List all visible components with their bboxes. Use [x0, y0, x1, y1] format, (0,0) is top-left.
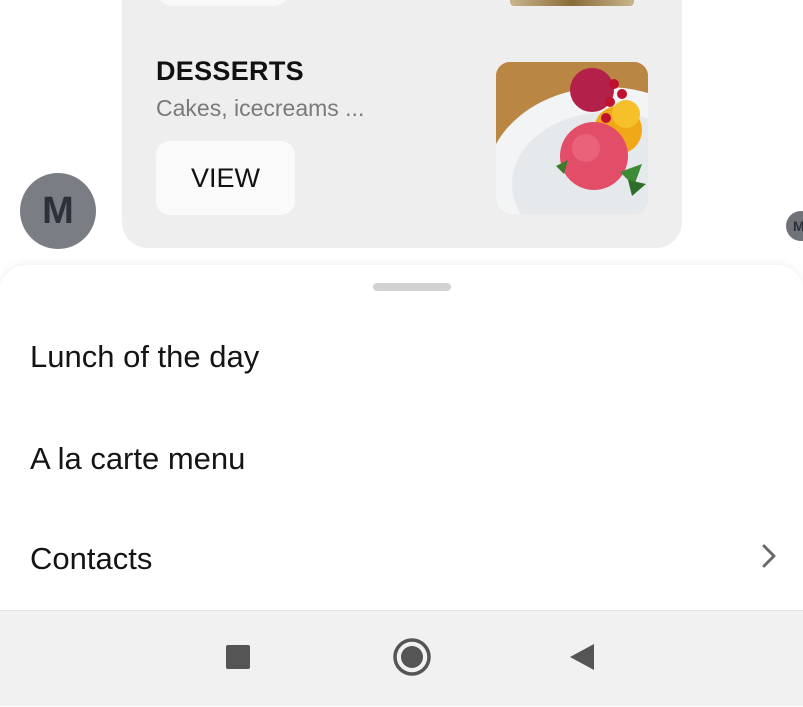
- home-circle-icon: [392, 637, 432, 682]
- square-icon: [225, 644, 251, 675]
- previous-card-image-edge: [510, 0, 634, 6]
- menu-item-a-la-carte[interactable]: A la carte menu: [0, 414, 803, 504]
- menu-item-label: Lunch of the day: [30, 339, 260, 374]
- menu-item-contacts[interactable]: Contacts: [0, 514, 803, 604]
- recents-button[interactable]: [198, 611, 278, 707]
- card-title: DESSERTS: [156, 56, 304, 86]
- system-nav-bar: [0, 610, 803, 706]
- previous-card-button-edge: [158, 0, 288, 6]
- back-button[interactable]: [542, 611, 622, 707]
- chat-area: DESSERTS Cakes, icecreams ... VIEW M M: [0, 0, 803, 265]
- sheet-drag-handle[interactable]: [373, 283, 451, 291]
- bottom-sheet: Lunch of the day A la carte menu Contact…: [0, 265, 803, 610]
- menu-item-label: A la carte menu: [30, 441, 246, 476]
- desserts-image: [496, 62, 648, 214]
- avatar-small: M: [786, 211, 803, 241]
- menu-item-lunch-of-the-day[interactable]: Lunch of the day: [0, 312, 803, 402]
- home-button[interactable]: [372, 611, 452, 707]
- view-button[interactable]: VIEW: [156, 141, 295, 215]
- desserts-card[interactable]: DESSERTS Cakes, icecreams ... VIEW: [122, 0, 682, 248]
- back-triangle-icon: [568, 642, 596, 677]
- menu-item-label: Contacts: [30, 541, 153, 576]
- avatar: M: [20, 173, 96, 249]
- card-subtitle: Cakes, icecreams ...: [156, 95, 365, 121]
- chevron-right-icon: [761, 541, 777, 577]
